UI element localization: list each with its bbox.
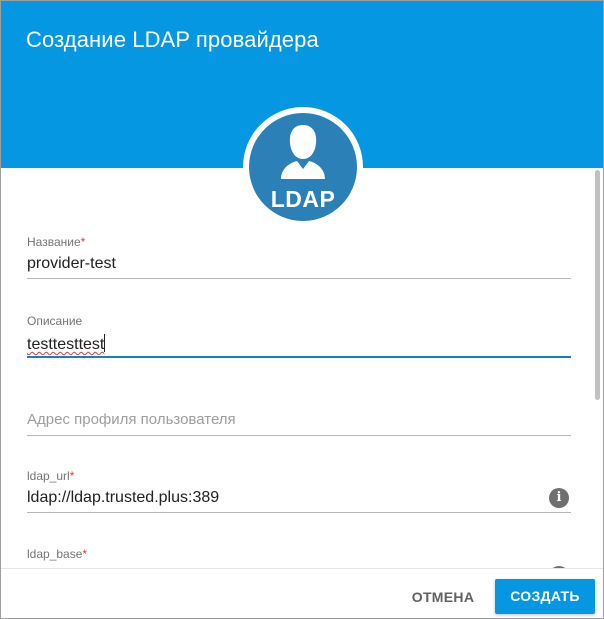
ldap-url-field[interactable]: ldap_url* ldap://ldap.trusted.plus:389 i bbox=[27, 469, 571, 513]
description-field-label: Описание bbox=[27, 314, 83, 328]
description-value: testtesttest bbox=[27, 336, 105, 353]
description-field[interactable]: Описание testtesttest bbox=[27, 314, 571, 358]
description-input[interactable]: testtesttest bbox=[27, 334, 571, 356]
required-mark: * bbox=[82, 547, 88, 561]
profile-url-field[interactable]: Адрес профиля пользователя bbox=[27, 411, 571, 436]
ldap-url-underline bbox=[27, 512, 571, 513]
dialog-title: Создание LDAP провайдера bbox=[26, 27, 319, 52]
profile-url-underline bbox=[27, 435, 571, 436]
ldap-url-field-label: ldap_url* bbox=[27, 469, 75, 483]
ldap-base-field-label: ldap_base* bbox=[27, 547, 88, 561]
name-field[interactable]: Название* provider-test bbox=[27, 235, 571, 279]
required-mark: * bbox=[69, 469, 75, 483]
text-caret bbox=[104, 334, 106, 352]
ldap-avatar: LDAP bbox=[243, 107, 363, 227]
dialog-footer: ОТМЕНА СОЗДАТЬ bbox=[1, 568, 603, 618]
avatar-circle: LDAP bbox=[249, 113, 357, 221]
required-mark: * bbox=[80, 235, 86, 249]
ldap-base-field[interactable]: ldap_base* i bbox=[27, 547, 571, 586]
name-field-label: Название* bbox=[27, 235, 86, 249]
info-icon[interactable]: i bbox=[549, 488, 569, 508]
ldap-provider-dialog: Создание LDAP провайдера LDAP Название* … bbox=[0, 0, 604, 619]
description-underline bbox=[27, 356, 571, 358]
ldap-avatar-label: LDAP bbox=[270, 186, 336, 212]
ldap-url-input[interactable]: ldap://ldap.trusted.plus:389 bbox=[27, 489, 571, 511]
name-input[interactable]: provider-test bbox=[27, 255, 571, 277]
profile-url-input[interactable]: Адрес профиля пользователя bbox=[27, 411, 571, 428]
scrollbar-thumb[interactable] bbox=[595, 170, 600, 400]
create-button[interactable]: СОЗДАТЬ bbox=[495, 579, 595, 614]
name-underline bbox=[27, 278, 571, 279]
cancel-button[interactable]: ОТМЕНА bbox=[405, 580, 481, 614]
scrollbar[interactable] bbox=[593, 168, 601, 568]
